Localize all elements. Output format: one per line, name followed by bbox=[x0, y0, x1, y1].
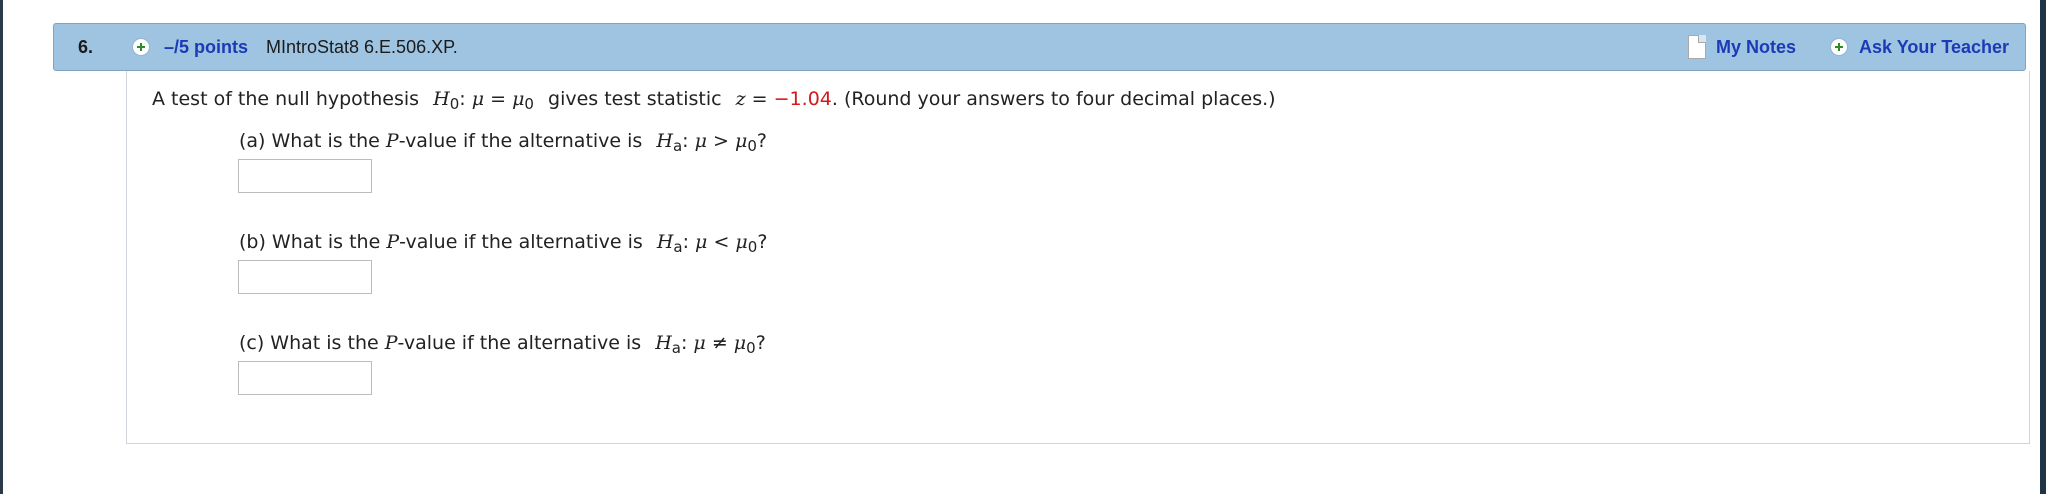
question-body: A test of the null hypothesis H0: μ = μ0… bbox=[126, 71, 2030, 444]
answer-input-c[interactable] bbox=[238, 361, 372, 395]
my-notes-link[interactable]: My Notes bbox=[1716, 37, 1796, 58]
question-header: 6. –/5 points MIntroStat8 6.E.506.XP. My… bbox=[53, 23, 2026, 71]
window-right-edge bbox=[2040, 0, 2046, 494]
plus-circle-icon[interactable] bbox=[1830, 38, 1848, 56]
answer-input-a[interactable] bbox=[238, 159, 372, 193]
answer-input-b[interactable] bbox=[238, 260, 372, 294]
points-link[interactable]: –/5 points bbox=[164, 37, 248, 58]
part-b-question: (b) What is the P-value if the alternati… bbox=[239, 231, 768, 256]
question-number: 6. bbox=[78, 37, 94, 57]
window-left-edge bbox=[0, 0, 3, 494]
plus-circle-icon[interactable] bbox=[132, 38, 150, 56]
part-a-question: (a) What is the P-value if the alternati… bbox=[239, 130, 767, 155]
ask-teacher-link[interactable]: Ask Your Teacher bbox=[1859, 37, 2009, 58]
problem-statement: A test of the null hypothesis H0: μ = μ0… bbox=[152, 88, 1276, 113]
test-statistic-value: −1.04 bbox=[773, 88, 832, 110]
question-code: MIntroStat8 6.E.506.XP. bbox=[266, 37, 458, 57]
note-icon[interactable] bbox=[1688, 35, 1706, 59]
part-c-question: (c) What is the P-value if the alternati… bbox=[239, 332, 766, 357]
